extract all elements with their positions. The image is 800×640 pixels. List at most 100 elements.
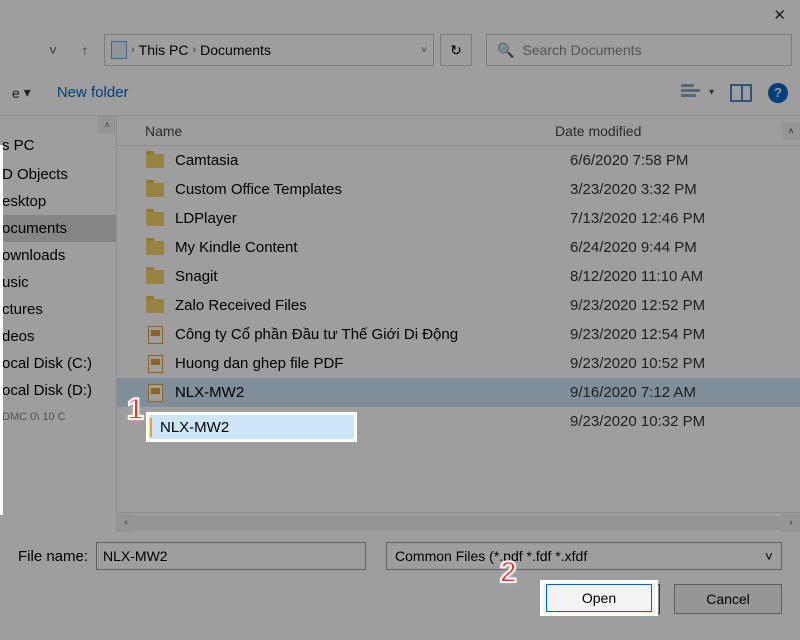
breadcrumb-seg-documents[interactable]: Documents — [200, 42, 271, 58]
file-name: TGDD — [175, 413, 570, 430]
navigation-sidebar[interactable]: ˄ s PCD Objectsesktopocumentsownloadsusi… — [0, 116, 117, 532]
content-scroll-up[interactable]: ˄ — [782, 122, 800, 140]
file-date: 3/23/2020 3:32 PM — [570, 181, 800, 198]
list-item[interactable]: LDPlayer7/13/2020 12:46 PM — [117, 204, 800, 233]
file-name: Zalo Received Files — [175, 297, 570, 314]
sidebar-item[interactable]: esktop — [0, 188, 116, 215]
breadcrumb[interactable]: › This PC › Documents ˅ — [104, 34, 434, 66]
pdf-file-icon — [145, 384, 165, 402]
file-date: 9/23/2020 12:52 PM — [570, 297, 800, 314]
preview-pane-button[interactable] — [730, 84, 752, 102]
file-open-dialog: ✕ ˅ ↑ › This PC › Documents ˅ ↻ 🔍 Search… — [0, 0, 800, 640]
highlighted-file-name: NLX-MW2 — [160, 419, 229, 436]
sidebar-item[interactable]: ownloads — [0, 242, 116, 269]
list-item[interactable]: Công ty Cổ phần Đầu tư Thế Giới Di Động9… — [117, 320, 800, 349]
new-folder-button[interactable]: New folder — [57, 84, 129, 101]
file-name: Huong dan ghep file PDF — [175, 355, 570, 372]
titlebar: ✕ — [0, 0, 800, 30]
breadcrumb-separator: › — [192, 44, 196, 56]
file-date: 6/6/2020 7:58 PM — [570, 152, 800, 169]
horizontal-scrollbar[interactable]: ‹ › — [117, 512, 800, 532]
sidebar-item[interactable]: s PC — [0, 132, 116, 159]
column-header-name[interactable]: Name — [145, 123, 555, 139]
chevron-down-icon: ▾ — [24, 84, 31, 101]
folder-icon — [145, 239, 165, 257]
sidebar-item[interactable]: ocuments — [0, 215, 116, 242]
folder-icon — [145, 297, 165, 315]
list-item[interactable]: Huong dan ghep file PDF9/23/2020 10:52 P… — [117, 349, 800, 378]
list-item[interactable]: Snagit8/12/2020 11:10 AM — [117, 262, 800, 291]
list-item[interactable]: Custom Office Templates3/23/2020 3:32 PM — [117, 175, 800, 204]
dialog-body: ˄ s PCD Objectsesktopocumentsownloadsusi… — [0, 116, 800, 532]
file-name: Công ty Cổ phần Đầu tư Thế Giới Di Động — [175, 326, 570, 343]
file-date: 9/23/2020 10:32 PM — [570, 413, 800, 430]
file-name: My Kindle Content — [175, 239, 570, 256]
file-rows: Camtasia6/6/2020 7:58 PMCustom Office Te… — [117, 146, 800, 512]
refresh-button[interactable]: ↻ — [440, 34, 472, 66]
file-date: 6/24/2020 9:44 PM — [570, 239, 800, 256]
column-header-row: Name Date modified ˄ — [117, 116, 800, 146]
search-placeholder: Search Documents — [522, 42, 641, 58]
scroll-left-icon[interactable]: ‹ — [117, 514, 135, 532]
file-date: 9/16/2020 7:12 AM — [570, 384, 800, 401]
organize-menu[interactable]: e ▾ — [12, 84, 31, 101]
dialog-footer: File name: Common Files (*.pdf *.fdf *.x… — [0, 532, 800, 626]
highlighted-open-button-overlay[interactable]: Open — [546, 584, 652, 612]
folder-icon — [145, 152, 165, 170]
file-type-label: Common Files (*.pdf *.fdf *.xfdf — [395, 548, 587, 564]
sidebar-item-cut: DMC 0\ 10 C — [0, 406, 116, 428]
crop-edge — [0, 145, 3, 515]
file-list-pane: Name Date modified ˄ Camtasia6/6/2020 7:… — [117, 116, 800, 532]
list-item-selected[interactable]: NLX-MW29/16/2020 7:12 AM — [117, 378, 800, 407]
cancel-button[interactable]: Cancel — [674, 584, 782, 614]
view-mode-button[interactable]: ▾ — [681, 84, 714, 102]
file-date: 9/23/2020 12:54 PM — [570, 326, 800, 343]
breadcrumb-seg-thispc[interactable]: This PC — [139, 42, 189, 58]
list-item[interactable]: Camtasia6/6/2020 7:58 PM — [117, 146, 800, 175]
file-type-filter[interactable]: Common Files (*.pdf *.fdf *.xfdf ˅ — [386, 542, 782, 570]
file-date: 8/12/2020 11:10 AM — [570, 268, 800, 285]
breadcrumb-dropdown-icon[interactable]: ˅ — [421, 45, 427, 56]
file-date: 7/13/2020 12:46 PM — [570, 210, 800, 227]
pdf-file-icon — [150, 418, 152, 437]
pdf-file-icon — [145, 326, 165, 344]
list-item[interactable]: Zalo Received Files9/23/2020 12:52 PM — [117, 291, 800, 320]
nav-back-button[interactable] — [8, 37, 34, 63]
sidebar-item[interactable]: D Objects — [0, 161, 116, 188]
list-view-icon — [681, 84, 703, 102]
nav-recent-dropdown[interactable]: ˅ — [40, 37, 66, 63]
breadcrumb-separator: › — [131, 44, 135, 56]
sidebar-item[interactable]: usic — [0, 269, 116, 296]
nav-up-button[interactable]: ↑ — [72, 37, 98, 63]
folder-icon — [145, 210, 165, 228]
search-icon: 🔍 — [497, 42, 514, 59]
filename-input[interactable] — [96, 542, 366, 570]
sidebar-item[interactable]: ocal Disk (C:) — [0, 350, 116, 377]
toolbar: e ▾ New folder ▾ ? — [0, 70, 800, 116]
chevron-down-icon: ▾ — [709, 87, 714, 98]
file-name: Camtasia — [175, 152, 570, 169]
chevron-down-icon: ˅ — [765, 548, 773, 564]
search-input[interactable]: 🔍 Search Documents — [486, 34, 792, 66]
help-button[interactable]: ? — [768, 83, 788, 103]
list-item[interactable]: My Kindle Content6/24/2020 9:44 PM — [117, 233, 800, 262]
sidebar-item[interactable]: ocal Disk (D:) — [0, 377, 116, 404]
folder-icon — [145, 268, 165, 286]
document-location-icon — [111, 41, 127, 59]
folder-icon — [145, 181, 165, 199]
scroll-right-icon[interactable]: › — [782, 514, 800, 532]
sidebar-item[interactable]: deos — [0, 323, 116, 350]
file-name: LDPlayer — [175, 210, 570, 227]
file-name: Snagit — [175, 268, 570, 285]
address-bar-row: ˅ ↑ › This PC › Documents ˅ ↻ 🔍 Search D… — [0, 30, 800, 70]
scroll-track[interactable] — [135, 516, 782, 530]
file-name: Custom Office Templates — [175, 181, 570, 198]
sidebar-item[interactable]: ctures — [0, 296, 116, 323]
sidebar-scroll-up[interactable]: ˄ — [98, 116, 116, 134]
pdf-file-icon — [145, 355, 165, 373]
filename-label: File name: — [18, 548, 88, 565]
highlighted-file-overlay[interactable]: NLX-MW2 — [150, 414, 229, 440]
close-icon[interactable]: ✕ — [773, 6, 786, 24]
file-name: NLX-MW2 — [175, 384, 570, 401]
column-header-date[interactable]: Date modified — [555, 123, 782, 139]
